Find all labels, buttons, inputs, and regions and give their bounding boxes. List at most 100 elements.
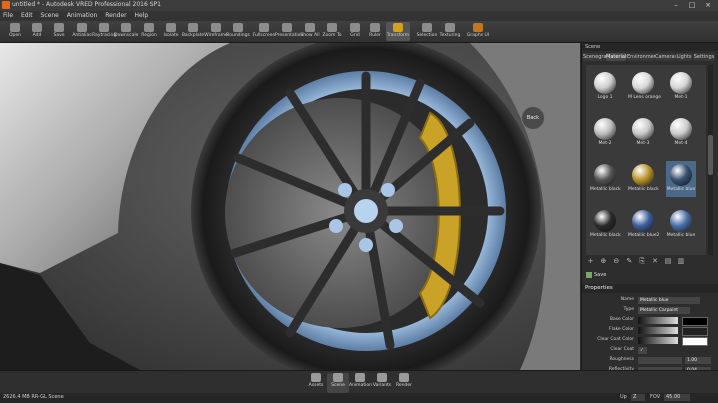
color-swatch[interactable] (682, 317, 708, 326)
remove-group-button[interactable]: ⊖ (612, 257, 621, 265)
tab-cameras[interactable]: Cameras (655, 53, 677, 61)
zoom-to-button[interactable]: Zoom To (320, 22, 344, 41)
fov-input[interactable]: 45.00 (664, 394, 690, 401)
show-all-button[interactable]: Show All (298, 22, 322, 41)
material-swatch[interactable]: Metallic blue (666, 207, 696, 243)
tab-settings[interactable]: Settings (693, 53, 715, 61)
property-label: Roughness (609, 357, 634, 362)
save-button[interactable]: Save (47, 22, 71, 41)
list-view-button[interactable]: ▤ (664, 257, 673, 265)
name-field[interactable]: Metallic blue (638, 297, 700, 304)
material-name: Met-4 (674, 141, 688, 146)
wheel-render (0, 43, 580, 370)
boundings-button[interactable]: Boundings (226, 22, 250, 41)
add-file-icon (32, 23, 42, 32)
maximize-button[interactable]: □ (684, 0, 700, 11)
material-name: Metallic blue (666, 187, 696, 192)
color-gradient-slider[interactable] (638, 327, 678, 334)
save-material-button[interactable]: Save (586, 271, 646, 280)
open-button[interactable]: Open (3, 22, 27, 41)
tab-scenegraph[interactable]: Scenegraph (583, 53, 613, 61)
close-button[interactable]: × (700, 0, 716, 11)
menu-render[interactable]: Render (102, 11, 129, 21)
material-name: Metallic black (590, 187, 621, 192)
graphs-ui-button[interactable]: Graphs UI (466, 22, 490, 41)
scene-tab[interactable]: Scene (327, 373, 349, 393)
grid-view-button[interactable]: ▥ (676, 257, 685, 265)
antialias-button[interactable]: Antialias (70, 22, 94, 41)
backplate-button[interactable]: Backplate (181, 22, 205, 41)
color-gradient-slider[interactable] (638, 317, 678, 324)
material-swatch[interactable]: Metallic black (590, 207, 621, 243)
up-axis-select[interactable]: Z (631, 394, 645, 401)
menu-file[interactable]: File (0, 11, 16, 21)
add-material-button[interactable]: + (586, 257, 595, 265)
region-button[interactable]: Region (137, 22, 161, 41)
lug-nut (381, 183, 395, 197)
material-preview-sphere (670, 164, 692, 186)
fullscreen-button[interactable]: Fullscreen (252, 22, 276, 41)
selection-button[interactable]: Selection (415, 22, 439, 41)
render-tab[interactable]: Render (393, 373, 415, 393)
wireframe-button[interactable]: Wireframe (204, 22, 228, 41)
menu-edit[interactable]: Edit (18, 11, 36, 21)
material-preview-sphere (670, 72, 692, 94)
material-preview-sphere (632, 164, 654, 186)
material-grid: Logo 1 M Lens orange Met-1 Met-2 Met-3 Met-4 M… (586, 65, 706, 255)
assets-tab[interactable]: Assets (305, 373, 327, 393)
clear-coat-checkbox[interactable]: ✓ (638, 347, 647, 354)
tab-materials[interactable]: Materials (606, 53, 629, 61)
back-view-button[interactable]: Back (521, 106, 545, 130)
property-row: Type Metallic Carpaint (582, 306, 718, 315)
variants-tab[interactable]: Variants (371, 373, 393, 393)
delete-material-button[interactable]: ✕ (651, 257, 660, 265)
material-swatch[interactable]: Logo 1 (590, 69, 620, 105)
lug-nut (389, 219, 403, 233)
render-viewport[interactable]: Back (0, 43, 580, 370)
material-swatch[interactable]: Met-4 (666, 115, 696, 151)
backplate-icon (188, 23, 198, 32)
add-group-button[interactable]: ⊕ (599, 257, 608, 265)
transform-button[interactable]: Transform (386, 22, 410, 41)
texturing-button[interactable]: Texturing (438, 22, 462, 41)
scene-icon (333, 373, 343, 382)
menu-help[interactable]: Help (132, 11, 152, 21)
material-swatch[interactable]: Metallic black (590, 161, 621, 197)
menu-scene[interactable]: Scene (38, 11, 62, 21)
add-button[interactable]: Add (25, 22, 49, 41)
type-dropdown[interactable]: Metallic Carpaint (638, 307, 690, 314)
value-field[interactable]: 1.00 (685, 357, 711, 364)
tab-lights[interactable]: Lights (676, 53, 692, 61)
window-title: untitled * - Autodesk VRED Professional … (12, 1, 161, 8)
isolate-button[interactable]: Isolate (159, 22, 183, 41)
minimize-button[interactable]: – (668, 0, 684, 11)
raytracing-icon (99, 23, 109, 32)
grid-icon (350, 23, 360, 32)
material-swatch[interactable]: Metallic blue2 (628, 207, 659, 243)
color-swatch[interactable] (682, 337, 708, 346)
isolate-icon (166, 23, 176, 32)
downscale-button[interactable]: Downscale (114, 22, 138, 41)
material-swatch[interactable]: Metallic blue (666, 161, 696, 197)
material-swatch[interactable]: Met-3 (628, 115, 658, 151)
presentation-button[interactable]: Presentation (275, 22, 303, 41)
material-swatch[interactable]: Met-1 (666, 69, 696, 105)
animation-tab[interactable]: Animation (349, 373, 372, 393)
menu-animation[interactable]: Animation (64, 11, 101, 21)
edit-material-button[interactable]: ✎ (625, 257, 634, 265)
material-swatch[interactable]: Metallic black (628, 161, 659, 197)
downscale-icon (121, 23, 131, 32)
value-slider[interactable] (638, 357, 682, 364)
material-swatch[interactable]: Met-2 (590, 115, 620, 151)
color-gradient-slider[interactable] (638, 337, 678, 344)
material-preview-sphere (670, 118, 692, 140)
tab-environments[interactable]: Environments (627, 53, 662, 61)
duplicate-material-button[interactable]: ⎘ (638, 257, 647, 266)
zoom-to-icon (327, 23, 337, 32)
property-row: Base Color (582, 316, 718, 326)
ruler-button[interactable]: Ruler (363, 22, 387, 41)
color-swatch[interactable] (682, 327, 708, 336)
material-scrollbar[interactable] (708, 65, 713, 255)
raytracing-button[interactable]: Raytracing (92, 22, 116, 41)
material-swatch[interactable]: M Lens orange (628, 69, 661, 105)
